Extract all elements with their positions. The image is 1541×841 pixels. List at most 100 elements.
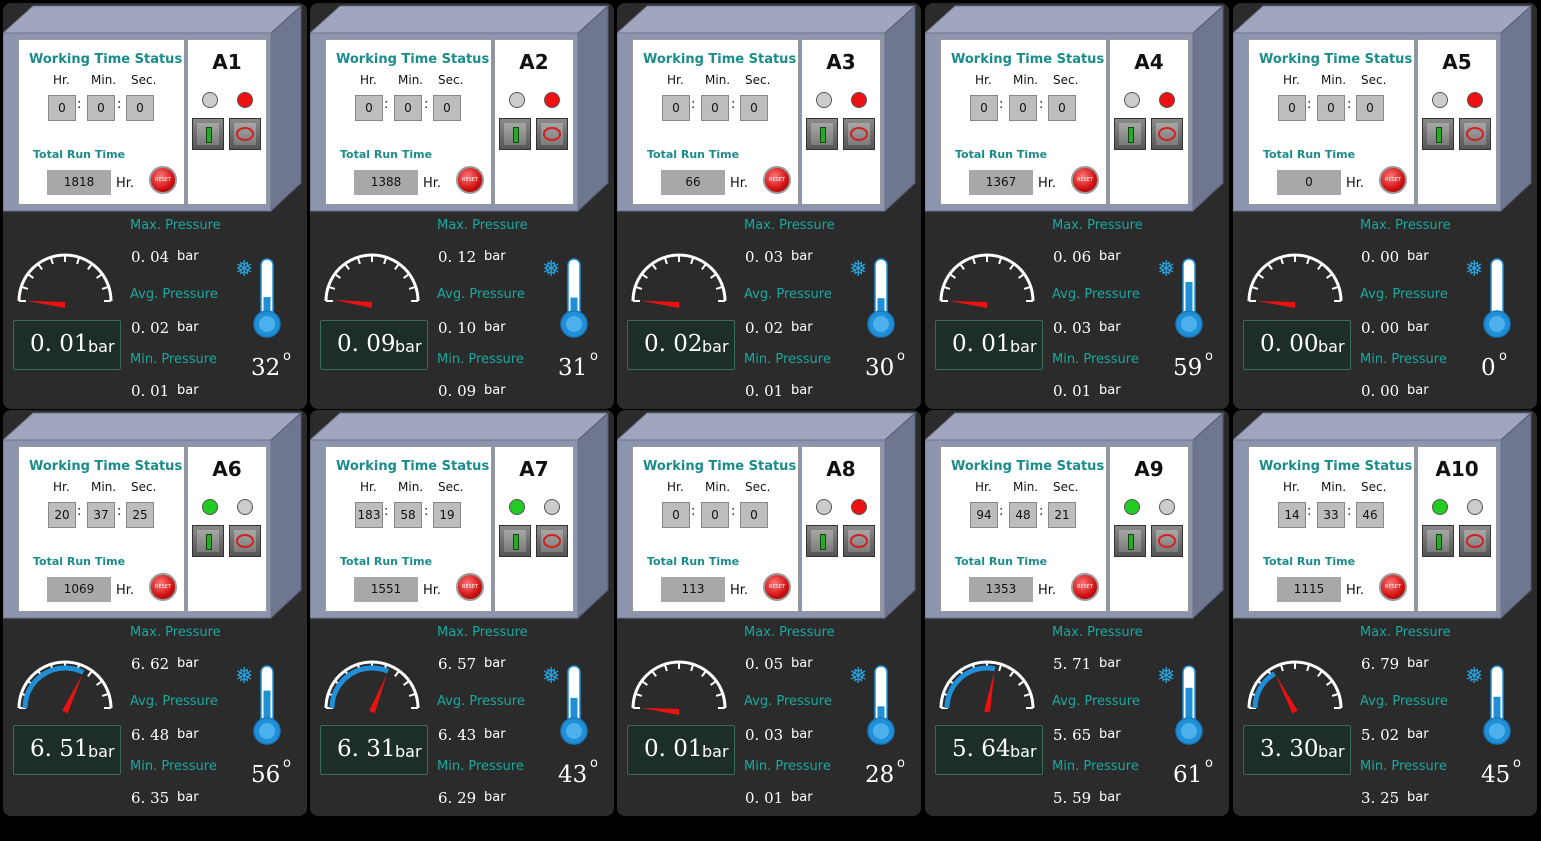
hr-header: Hr. bbox=[667, 480, 684, 494]
avg-pressure-label: Avg. Pressure bbox=[437, 694, 525, 709]
start-icon bbox=[513, 534, 519, 550]
hours-value: 94 bbox=[970, 502, 998, 528]
working-time-title: Working Time Status bbox=[951, 459, 1105, 474]
hours-value: 0 bbox=[970, 95, 998, 121]
minutes-value: 58 bbox=[394, 502, 422, 528]
hr-header: Hr. bbox=[975, 73, 992, 87]
control-panel: A4 bbox=[1109, 39, 1189, 205]
stop-button[interactable] bbox=[843, 118, 875, 150]
stop-icon bbox=[236, 534, 254, 548]
min-pressure-label: Min. Pressure bbox=[744, 352, 831, 367]
avg-pressure-unit: bar bbox=[1099, 727, 1121, 742]
current-pressure-box: 0. 02 bar bbox=[627, 320, 735, 370]
stop-indicator-light bbox=[237, 499, 253, 515]
stop-button-face bbox=[234, 123, 256, 145]
total-run-time-value: 66 bbox=[661, 170, 725, 195]
stop-button[interactable] bbox=[1151, 118, 1183, 150]
temperature-value: 45 bbox=[1481, 762, 1511, 788]
min-pressure-unit: bar bbox=[484, 383, 506, 398]
start-button[interactable] bbox=[806, 118, 838, 150]
unit-card-a3: Working Time Status Hr. Min. Sec. 0:0:0 Total… bbox=[617, 3, 921, 409]
min-header: Min. bbox=[91, 73, 117, 87]
start-button-face bbox=[504, 123, 526, 145]
reset-button[interactable]: RESET bbox=[149, 573, 177, 601]
thermometer-icon bbox=[1175, 258, 1203, 338]
unit-name: A10 bbox=[1435, 457, 1479, 481]
start-button-face bbox=[197, 123, 219, 145]
start-button[interactable] bbox=[499, 118, 531, 150]
max-pressure-label: Max. Pressure bbox=[744, 625, 835, 640]
max-pressure-label: Max. Pressure bbox=[1360, 218, 1451, 233]
stop-indicator-light bbox=[237, 92, 253, 108]
avg-pressure-label: Avg. Pressure bbox=[744, 694, 832, 709]
stop-button[interactable] bbox=[536, 525, 568, 557]
start-button[interactable] bbox=[1114, 525, 1146, 557]
avg-pressure-value: 0. 03 bbox=[745, 726, 784, 744]
total-run-time-value: 1551 bbox=[354, 577, 418, 602]
avg-pressure-unit: bar bbox=[484, 727, 506, 742]
stop-button[interactable] bbox=[229, 525, 261, 557]
start-button[interactable] bbox=[1114, 118, 1146, 150]
min-pressure-label: Min. Pressure bbox=[744, 759, 831, 774]
temperature-value: 59 bbox=[1173, 355, 1203, 381]
reset-button[interactable]: RESET bbox=[456, 573, 484, 601]
avg-pressure-unit: bar bbox=[791, 320, 813, 335]
total-run-time-value: 1069 bbox=[47, 577, 111, 602]
hr-header: Hr. bbox=[53, 73, 70, 87]
current-pressure-unit: bar bbox=[1010, 742, 1037, 761]
total-run-time-label: Total Run Time bbox=[955, 148, 1048, 161]
reset-button[interactable]: RESET bbox=[456, 166, 484, 194]
hours-unit-label: Hr. bbox=[116, 583, 135, 598]
stop-icon bbox=[543, 534, 561, 548]
stop-icon bbox=[1466, 127, 1484, 141]
unit-name: A9 bbox=[1134, 457, 1164, 481]
reset-button[interactable]: RESET bbox=[149, 166, 177, 194]
min-pressure-label: Min. Pressure bbox=[1052, 352, 1139, 367]
start-icon bbox=[206, 534, 212, 550]
degree-symbol: o bbox=[590, 349, 598, 364]
start-icon bbox=[820, 534, 826, 550]
start-button[interactable] bbox=[192, 118, 224, 150]
max-pressure-label: Max. Pressure bbox=[744, 218, 835, 233]
stop-button[interactable] bbox=[229, 118, 261, 150]
max-pressure-unit: bar bbox=[484, 656, 506, 671]
hr-header: Hr. bbox=[360, 480, 377, 494]
stop-button[interactable] bbox=[1151, 525, 1183, 557]
temperature-value: 61 bbox=[1173, 762, 1203, 788]
min-pressure-unit: bar bbox=[791, 790, 813, 805]
control-panel: A6 bbox=[187, 446, 267, 612]
hours-value: 183 bbox=[355, 502, 383, 528]
start-button[interactable] bbox=[192, 525, 224, 557]
reset-button[interactable]: RESET bbox=[1071, 573, 1099, 601]
start-button[interactable] bbox=[806, 525, 838, 557]
max-pressure-unit: bar bbox=[177, 656, 199, 671]
reset-button[interactable]: RESET bbox=[763, 573, 791, 601]
hours-unit-label: Hr. bbox=[1346, 176, 1365, 191]
stop-button[interactable] bbox=[843, 525, 875, 557]
unit-card-a4: Working Time Status Hr. Min. Sec. 0:0:0 Total… bbox=[925, 3, 1229, 409]
reset-button[interactable]: RESET bbox=[1379, 166, 1407, 194]
min-header: Min. bbox=[705, 73, 731, 87]
current-pressure-box: 0. 01 bar bbox=[627, 725, 735, 775]
reset-button[interactable]: RESET bbox=[1071, 166, 1099, 194]
current-pressure-unit: bar bbox=[1010, 337, 1037, 356]
stop-button[interactable] bbox=[1459, 118, 1491, 150]
min-pressure-unit: bar bbox=[1099, 790, 1121, 805]
stop-button[interactable] bbox=[1459, 525, 1491, 557]
stop-icon bbox=[236, 127, 254, 141]
total-run-time-label: Total Run Time bbox=[1263, 148, 1356, 161]
stop-button[interactable] bbox=[536, 118, 568, 150]
seconds-value: 0 bbox=[740, 95, 768, 121]
stop-icon bbox=[1466, 534, 1484, 548]
start-button[interactable] bbox=[1422, 118, 1454, 150]
thermometer-icon bbox=[867, 258, 895, 338]
total-run-time-label: Total Run Time bbox=[955, 555, 1048, 568]
start-button[interactable] bbox=[1422, 525, 1454, 557]
reset-button[interactable]: RESET bbox=[1379, 573, 1407, 601]
thermometer-icon bbox=[1483, 665, 1511, 745]
reset-button[interactable]: RESET bbox=[763, 166, 791, 194]
start-button[interactable] bbox=[499, 525, 531, 557]
working-time-title: Working Time Status bbox=[336, 459, 490, 474]
max-pressure-value: 0. 05 bbox=[745, 655, 784, 673]
total-run-time-value: 1388 bbox=[354, 170, 418, 195]
